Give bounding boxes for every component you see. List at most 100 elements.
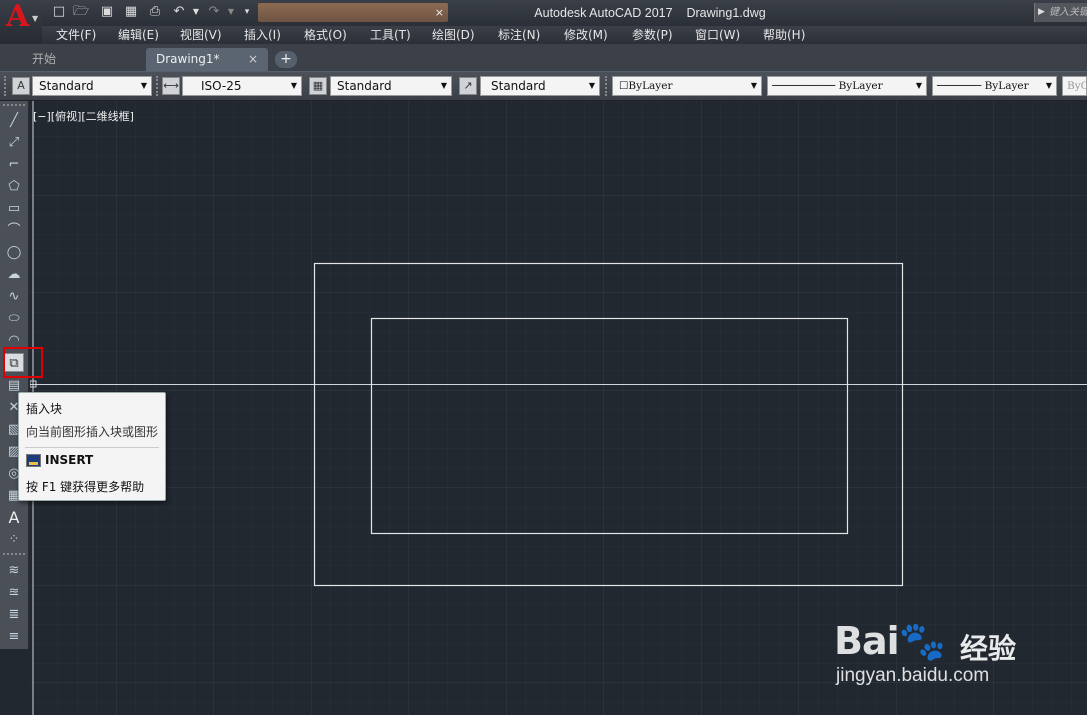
multileader-style-select[interactable]: Standard ▼: [480, 76, 600, 96]
text-style-icon[interactable]: A: [12, 77, 30, 95]
close-tab-icon[interactable]: ×: [248, 48, 258, 71]
undo-dropdown-icon[interactable]: ▼: [187, 3, 205, 21]
dimension-style-value: ISO-25: [201, 79, 242, 93]
chevron-down-icon: ▼: [915, 81, 923, 90]
title-search-box[interactable]: ×: [258, 3, 448, 22]
plot-style-select[interactable]: ByColor: [1062, 76, 1087, 96]
add-selected-icon[interactable]: ⁘: [4, 530, 24, 549]
highlight-box: [3, 347, 43, 378]
menu-view[interactable]: 视图(V): [180, 26, 222, 44]
menu-modify[interactable]: 修改(M): [564, 26, 608, 44]
toolbar-grip[interactable]: [3, 104, 25, 109]
lineweight-select[interactable]: ─────── ByLayer ▼: [932, 76, 1057, 96]
table-style-value: Standard: [337, 79, 392, 93]
document-title: Drawing1.dwg: [686, 6, 766, 20]
toolbar-grip[interactable]: [605, 76, 610, 96]
layer-state-icon[interactable]: ≊: [4, 583, 24, 602]
toolbar-grip[interactable]: [156, 76, 161, 96]
tab-start-label: 开始: [32, 52, 57, 66]
circle-icon[interactable]: ◯: [4, 243, 24, 262]
dimension-style-select[interactable]: ISO-25 ▼: [182, 76, 302, 96]
color-select[interactable]: ☐ByLayer ▼: [612, 76, 762, 96]
save-icon[interactable]: ▣: [98, 3, 116, 21]
chevron-down-icon: ▼: [440, 81, 448, 90]
menu-insert[interactable]: 插入(I): [244, 26, 281, 44]
layer-isolate-icon[interactable]: ≡: [4, 627, 24, 646]
table-style-icon[interactable]: ▦: [309, 77, 327, 95]
color-value: ByLayer: [628, 80, 673, 92]
chevron-down-icon: ▼: [32, 14, 39, 23]
line-icon[interactable]: ╱: [4, 111, 24, 130]
help-search-placeholder: 键入关键字或短语: [1049, 7, 1087, 18]
construction-line-icon[interactable]: ⤢: [4, 133, 24, 152]
chevron-down-icon: ▼: [1045, 81, 1053, 90]
autocad-logo: A: [6, 0, 30, 34]
menu-dimension[interactable]: 标注(N): [498, 26, 540, 44]
new-tab-button[interactable]: +: [275, 51, 297, 68]
linetype-select[interactable]: ────────── ByLayer ▼: [767, 76, 927, 96]
window-title: Autodesk AutoCAD 2017 Drawing1.dwg: [470, 0, 830, 26]
customize-quick-access-icon[interactable]: ▾: [238, 3, 256, 21]
menu-tools[interactable]: 工具(T): [370, 26, 411, 44]
chevron-down-icon: ▼: [140, 81, 148, 90]
tab-drawing-label: Drawing1*: [156, 52, 220, 66]
ellipse-icon[interactable]: ⬭: [4, 309, 24, 328]
revision-cloud-icon[interactable]: ☁: [4, 265, 24, 284]
baidu-watermark: Bai🐾 经验 jingyan.baidu.com: [832, 597, 1042, 689]
menu-help[interactable]: 帮助(H): [763, 26, 805, 44]
linetype-value: ByLayer: [838, 80, 883, 92]
text-style-select[interactable]: Standard ▼: [32, 76, 152, 96]
tab-drawing1[interactable]: Drawing1* ×: [146, 48, 268, 71]
rectangle-icon[interactable]: ▭: [4, 199, 24, 218]
tooltip-help-hint: 按 F1 键获得更多帮助: [26, 480, 145, 494]
menu-window[interactable]: 窗口(W): [695, 26, 740, 44]
watermark-url: jingyan.baidu.com: [836, 665, 990, 686]
tooltip-divider: [25, 447, 159, 448]
undo-icon[interactable]: ↶: [170, 3, 188, 21]
insert-block-tooltip: 插入块 向当前图形插入块或图形 INSERT 按 F1 键获得更多帮助: [18, 392, 166, 501]
save-as-icon[interactable]: ▦: [122, 3, 140, 21]
app-title: Autodesk AutoCAD 2017: [534, 6, 673, 20]
layer-previous-icon[interactable]: ≣: [4, 605, 24, 624]
expand-icon[interactable]: ▶: [1038, 3, 1045, 22]
polygon-icon[interactable]: ⬠: [4, 177, 24, 196]
tooltip-command: INSERT: [45, 453, 94, 467]
tooltip-title: 插入块: [26, 402, 63, 416]
polyline-icon[interactable]: ⌐: [4, 155, 24, 174]
baidu-logo: Bai🐾: [834, 619, 946, 664]
toolbar-grip[interactable]: [4, 76, 9, 96]
layer-properties-icon[interactable]: ≋: [4, 561, 24, 580]
spline-icon[interactable]: ∿: [4, 287, 24, 306]
menu-file[interactable]: 文件(F): [56, 26, 96, 44]
application-menu-button[interactable]: A ▼: [0, 0, 42, 44]
multiline-text-icon[interactable]: A: [4, 508, 24, 527]
tooltip-description: 向当前图形插入块或图形: [26, 425, 159, 439]
help-search-input[interactable]: ▶ 键入关键字或短语: [1034, 3, 1087, 22]
multileader-style-value: Standard: [491, 79, 546, 93]
redo-icon[interactable]: ↷: [205, 3, 223, 21]
menu-edit[interactable]: 编辑(E): [118, 26, 159, 44]
open-icon[interactable]: 🗁: [72, 3, 90, 21]
lineweight-value: ByLayer: [984, 80, 1029, 92]
dimension-style-icon[interactable]: ⟷: [162, 77, 180, 95]
toolbar-grip[interactable]: [3, 553, 25, 558]
file-tab-bar: 开始 Drawing1* × +: [0, 44, 1087, 72]
table-style-select[interactable]: Standard ▼: [330, 76, 452, 96]
menu-draw[interactable]: 绘图(D): [432, 26, 475, 44]
viewport-controls-label[interactable]: [−][俯视][二维线框]: [33, 108, 134, 124]
close-icon[interactable]: ×: [435, 3, 444, 22]
baidu-logo-text: Bai: [834, 619, 900, 663]
chevron-down-icon: ▼: [588, 81, 596, 90]
menu-format[interactable]: 格式(O): [304, 26, 347, 44]
chevron-down-icon: ▼: [290, 81, 298, 90]
menu-bar: 文件(F) 编辑(E) 视图(V) 插入(I) 格式(O) 工具(T) 绘图(D…: [42, 26, 1087, 44]
jingyan-label: 经验: [960, 632, 1017, 665]
tab-start[interactable]: 开始: [4, 48, 144, 71]
multileader-style-icon[interactable]: ↗: [459, 77, 477, 95]
text-style-value: Standard: [39, 79, 94, 93]
plot-icon[interactable]: ⎙: [146, 3, 164, 21]
arc-icon[interactable]: ⌒: [4, 221, 24, 240]
baidu-paw-icon: 🐾: [898, 619, 946, 663]
menu-parametric[interactable]: 参数(P): [632, 26, 673, 44]
new-icon[interactable]: □: [50, 3, 68, 21]
